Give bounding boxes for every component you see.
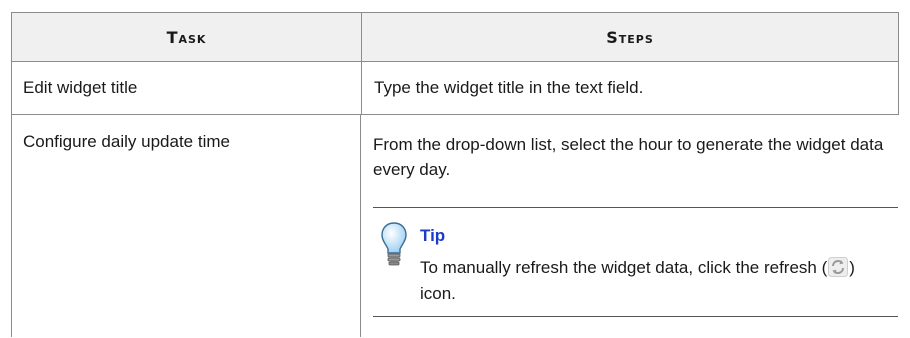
table-row: Configure daily update time From the dro…: [11, 115, 899, 337]
steps-cell: Type the widget title in the text field.: [374, 78, 644, 97]
tip-text-before: To manually refresh the widget data, cli…: [420, 258, 828, 277]
table-header-row: Task Steps: [11, 12, 899, 62]
task-cell: Configure daily update time: [11, 115, 361, 337]
refresh-icon: [828, 257, 849, 277]
task-cell: Edit widget title: [12, 62, 362, 114]
task-steps-table: Task Steps Edit widget title Type the wi…: [11, 12, 899, 337]
steps-text: From the drop-down list, select the hour…: [373, 135, 884, 179]
table-row: Edit widget title Type the widget title …: [11, 62, 899, 115]
steps-cell: From the drop-down list, select the hour…: [361, 115, 899, 337]
header-task: Task: [12, 13, 362, 61]
document-page: Task Steps Edit widget title Type the wi…: [0, 0, 910, 338]
tip-callout: Tip To manually refresh the widget data,…: [373, 207, 898, 317]
tip-text: To manually refresh the widget data, cli…: [420, 255, 890, 307]
lightbulb-icon: [381, 222, 407, 266]
tip-title: Tip: [420, 226, 446, 245]
header-steps: Steps: [606, 27, 654, 47]
